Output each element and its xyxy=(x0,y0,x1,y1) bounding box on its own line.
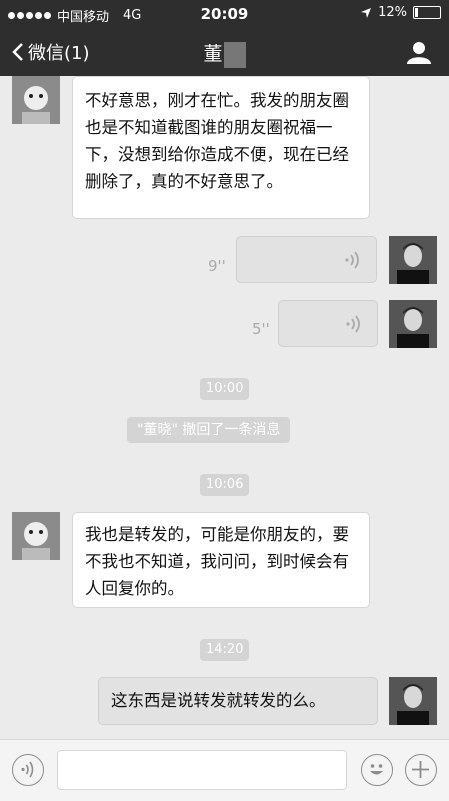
battery-percent: 12% xyxy=(378,5,407,20)
system-message: "董晓" 撤回了一条消息 xyxy=(127,417,291,443)
timestamp: 14:20 xyxy=(200,639,250,661)
battery-icon xyxy=(413,6,441,19)
timestamp: 10:06 xyxy=(200,474,250,496)
redacted-name-block xyxy=(223,41,246,68)
person-icon xyxy=(407,42,431,64)
voice-icon xyxy=(21,761,34,778)
voice-duration: 9'' xyxy=(208,257,226,275)
location-arrow-icon xyxy=(361,7,372,18)
message-bubble-incoming[interactable]: 不好意思，刚才在忙。我发的朋友圈也是不知道截图谁的朋友圈祝福一下，没想到给你造成… xyxy=(72,76,370,219)
contact-avatar[interactable] xyxy=(12,76,60,124)
my-avatar[interactable] xyxy=(389,300,437,348)
contact-avatar[interactable] xyxy=(12,512,60,560)
message-bubble-outgoing[interactable]: 这东西是说转发就转发的么。 xyxy=(98,677,378,725)
emoji-button[interactable] xyxy=(361,754,393,786)
chat-title: 董 xyxy=(0,39,449,68)
nav-bar: 微信(1) 董 xyxy=(0,28,449,76)
message-bubble-incoming[interactable]: 我也是转发的，可能是你朋友的，要不我也不知道，我问问，到时候会有人回复你的。 xyxy=(72,512,370,608)
chat-title-text: 董 xyxy=(203,43,223,65)
voice-message-bubble[interactable] xyxy=(278,300,378,347)
timestamp: 10:00 xyxy=(200,378,250,400)
my-avatar[interactable] xyxy=(389,677,437,725)
voice-wave-icon xyxy=(346,315,360,333)
voice-duration: 5'' xyxy=(252,320,270,338)
status-bar: 中国移动 4G 20:09 12% xyxy=(0,0,449,28)
message-text: 这东西是说转发就转发的么。 xyxy=(111,691,326,710)
my-avatar[interactable] xyxy=(389,236,437,284)
voice-input-button[interactable] xyxy=(12,754,44,786)
voice-message-bubble[interactable] xyxy=(236,236,377,283)
message-text: 不好意思，刚才在忙。我发的朋友圈也是不知道截图谁的朋友圈祝福一下，没想到给你造成… xyxy=(85,91,349,191)
plus-icon xyxy=(412,761,429,778)
input-toolbar xyxy=(0,739,449,801)
contact-info-button[interactable] xyxy=(407,40,431,68)
voice-wave-icon xyxy=(345,251,359,269)
message-text: 我也是转发的，可能是你朋友的，要不我也不知道，我问问，到时候会有人回复你的。 xyxy=(85,525,349,598)
smiley-icon xyxy=(370,764,383,775)
message-input[interactable] xyxy=(57,750,347,790)
more-button[interactable] xyxy=(405,754,437,786)
